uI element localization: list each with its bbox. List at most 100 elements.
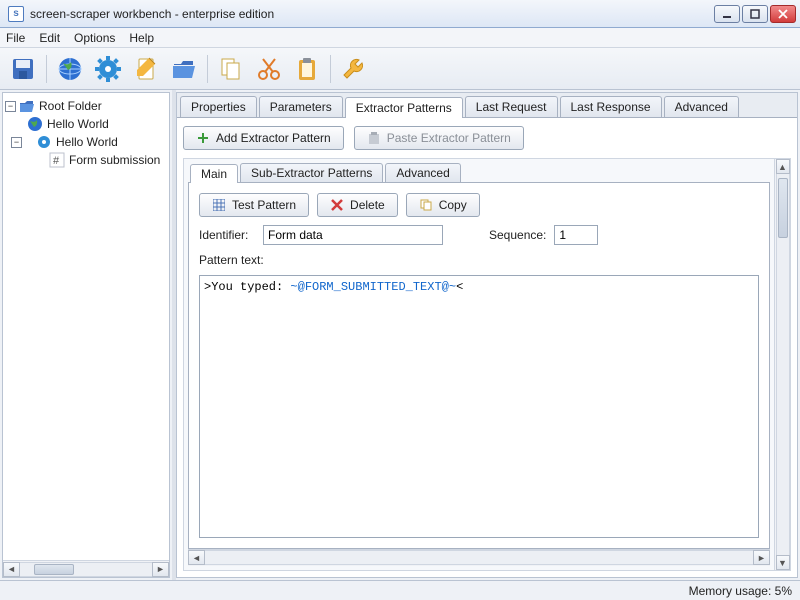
top-tabs: Properties Parameters Extractor Patterns… <box>177 93 797 118</box>
delete-pattern-button[interactable]: Delete <box>317 193 398 217</box>
pattern-action-buttons: Test Pattern Delete Copy <box>199 193 759 217</box>
delete-x-icon <box>330 198 344 212</box>
menu-options[interactable]: Options <box>74 31 115 45</box>
scroll-right-icon[interactable]: ► <box>152 562 169 577</box>
tree-session-1-label: Hello World <box>47 117 109 131</box>
scroll-track[interactable] <box>776 174 790 555</box>
pattern-scroll-area: Main Sub-Extractor Patterns Advanced Tes… <box>183 158 791 571</box>
toolbar-tools[interactable] <box>337 52 371 86</box>
gear-icon <box>95 56 121 82</box>
toolbar-gear[interactable] <box>91 52 125 86</box>
pattern-text-label-row: Pattern text: <box>199 253 759 267</box>
scroll-right-icon[interactable]: ► <box>753 550 770 565</box>
tree-collapse-icon[interactable]: − <box>11 137 22 148</box>
delete-pattern-label: Delete <box>350 198 385 212</box>
toolbar-copy[interactable] <box>214 52 248 86</box>
pattern-token-open: ~@ <box>290 280 304 294</box>
tree-h-scrollbar[interactable]: ◄ ► <box>3 560 169 577</box>
tab-last-response[interactable]: Last Response <box>560 96 662 117</box>
pattern-panel-v-scrollbar[interactable]: ▲ ▼ <box>774 159 790 570</box>
close-icon <box>778 9 788 19</box>
add-extractor-label: Add Extractor Pattern <box>216 131 331 145</box>
menu-help[interactable]: Help <box>129 31 154 45</box>
tab-properties[interactable]: Properties <box>180 96 257 117</box>
tree-collapse-icon[interactable]: − <box>5 101 16 112</box>
identifier-label: Identifier: <box>199 228 255 242</box>
toolbar-save[interactable] <box>6 52 40 86</box>
close-button[interactable] <box>770 5 796 23</box>
toolbar-paste[interactable] <box>290 52 324 86</box>
toolbar-globe[interactable] <box>53 52 87 86</box>
test-pattern-label: Test Pattern <box>232 198 296 212</box>
scroll-up-icon[interactable]: ▲ <box>776 159 790 174</box>
scroll-thumb[interactable] <box>778 178 788 238</box>
window-titlebar: s screen-scraper workbench - enterprise … <box>0 0 800 28</box>
add-extractor-button[interactable]: Add Extractor Pattern <box>183 126 344 150</box>
pattern-token-close: @~ <box>442 280 456 294</box>
menu-edit[interactable]: Edit <box>39 31 60 45</box>
grid-icon <box>212 198 226 212</box>
tab-advanced[interactable]: Advanced <box>664 96 739 117</box>
toolbar-separator <box>330 55 331 83</box>
tree[interactable]: − Root Folder Hello World − Hello World … <box>3 93 169 560</box>
copy-icon <box>419 198 433 212</box>
folder-icon <box>19 98 35 114</box>
subtab-advanced[interactable]: Advanced <box>385 163 460 182</box>
globe-icon <box>27 116 43 132</box>
pattern-prefix: >You typed: <box>204 280 290 294</box>
globe-icon <box>57 56 83 82</box>
menu-file[interactable]: File <box>6 31 25 45</box>
pattern-text-label: Pattern text: <box>199 253 264 267</box>
memory-usage: Memory usage: 5% <box>689 584 792 598</box>
clipboard-icon <box>294 56 320 82</box>
paste-extractor-button[interactable]: Paste Extractor Pattern <box>354 126 524 150</box>
scroll-left-icon[interactable]: ◄ <box>188 550 205 565</box>
app-icon: s <box>8 6 24 22</box>
scroll-left-icon[interactable]: ◄ <box>3 562 20 577</box>
minimize-button[interactable] <box>714 5 740 23</box>
identifier-input[interactable] <box>263 225 443 245</box>
save-icon <box>10 56 36 82</box>
tree-session-1[interactable]: Hello World <box>5 115 167 133</box>
plus-icon <box>196 131 210 145</box>
test-pattern-button[interactable]: Test Pattern <box>199 193 309 217</box>
pattern-token-name: FORM_SUBMITTED_TEXT <box>305 280 442 294</box>
window-title: screen-scraper workbench - enterprise ed… <box>30 7 274 21</box>
tree-scrapeable-file[interactable]: # Form submission <box>5 151 167 169</box>
scroll-thumb[interactable] <box>34 564 74 575</box>
toolbar-separator <box>46 55 47 83</box>
scroll-track[interactable] <box>20 562 152 577</box>
tree-root[interactable]: − Root Folder <box>5 97 167 115</box>
subtab-main[interactable]: Main <box>190 164 238 183</box>
pattern-h-scrollbar[interactable]: ◄ ► <box>188 549 770 566</box>
tab-extractor-patterns[interactable]: Extractor Patterns <box>345 97 463 118</box>
identifier-row: Identifier: Sequence: <box>199 225 759 245</box>
sub-tabs: Main Sub-Extractor Patterns Advanced <box>188 163 770 183</box>
scissors-icon <box>256 56 282 82</box>
tree-session-2[interactable]: − Hello World <box>5 133 167 151</box>
scroll-down-icon[interactable]: ▼ <box>776 555 790 570</box>
extractor-buttons: Add Extractor Pattern Paste Extractor Pa… <box>183 124 791 158</box>
toolbar-folder[interactable] <box>167 52 201 86</box>
pencil-icon <box>133 56 159 82</box>
toolbar-cut[interactable] <box>252 52 286 86</box>
toolbar-script[interactable] <box>129 52 163 86</box>
pattern-text-area[interactable]: >You typed: ~@FORM_SUBMITTED_TEXT@~< <box>199 275 759 538</box>
gear-icon <box>36 134 52 150</box>
tab-last-request[interactable]: Last Request <box>465 96 558 117</box>
sequence-label: Sequence: <box>489 228 546 242</box>
scroll-track[interactable] <box>205 550 753 565</box>
subtab-sub-extractor[interactable]: Sub-Extractor Patterns <box>240 163 383 182</box>
tree-scrapeable-label: Form submission <box>69 153 160 167</box>
tree-root-label: Root Folder <box>39 99 102 113</box>
clipboard-icon <box>367 131 381 145</box>
statusbar: Memory usage: 5% <box>0 580 800 600</box>
hash-file-icon: # <box>49 152 65 168</box>
sequence-input[interactable] <box>554 225 598 245</box>
maximize-button[interactable] <box>742 5 768 23</box>
menubar: File Edit Options Help <box>0 28 800 48</box>
main-area: − Root Folder Hello World − Hello World … <box>0 90 800 580</box>
copy-pattern-button[interactable]: Copy <box>406 193 480 217</box>
maximize-icon <box>750 9 760 19</box>
tab-parameters[interactable]: Parameters <box>259 96 343 117</box>
